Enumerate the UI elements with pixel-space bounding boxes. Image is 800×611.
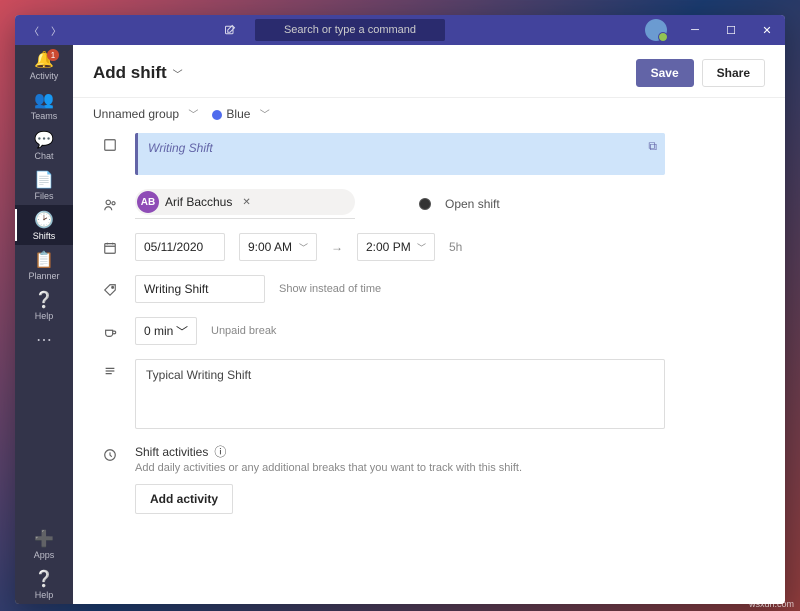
sidebar-item-planner[interactable]: 📋 Planner: [15, 245, 73, 285]
back-button[interactable]: 〈: [25, 21, 43, 39]
group-select[interactable]: Unnamed group ﹀: [93, 106, 198, 121]
break-duration-input[interactable]: 0 min﹀: [135, 317, 197, 345]
titlebar: 〈 〉 Search or type a command ─ ☐ ✕: [15, 15, 785, 45]
person-name: Arif Bacchus: [165, 195, 232, 209]
custom-label-hint: Show instead of time: [279, 283, 381, 295]
help-icon: ❔: [34, 570, 54, 588]
label-icon: [103, 278, 121, 300]
sidebar-item-files[interactable]: 📄 Files: [15, 165, 73, 205]
sidebar-item-help-bottom[interactable]: ❔ Help: [15, 564, 73, 604]
app-window: 〈 〉 Search or type a command ─ ☐ ✕ 🔔 1 A…: [15, 15, 785, 604]
break-type-label: Unpaid break: [211, 325, 276, 337]
chevron-down-icon: ﹀: [417, 241, 426, 254]
user-avatar[interactable]: [645, 19, 667, 41]
watermark: wsxdn.com: [749, 599, 794, 609]
sidebar-label: Help: [35, 311, 54, 321]
person-avatar: AB: [137, 191, 159, 213]
page-title: Add shift: [93, 63, 167, 83]
coffee-icon: [103, 320, 121, 342]
add-activity-button[interactable]: Add activity: [135, 484, 233, 514]
copy-icon[interactable]: ⧉: [648, 139, 657, 154]
sidebar-label: Help: [35, 590, 54, 600]
shift-title-input[interactable]: Writing Shift ⧉: [135, 133, 665, 175]
more-icon: ⋯: [36, 331, 52, 349]
files-icon: 📄: [34, 171, 54, 189]
remove-person-icon[interactable]: ✕: [242, 197, 250, 208]
color-dot-icon: [212, 110, 222, 120]
activities-section: Shift activities ⓘ Add daily activities …: [135, 443, 522, 514]
body: 🔔 1 Activity 👥 Teams 💬 Chat 📄 Files 🕑 Sh…: [15, 45, 785, 604]
end-time-input[interactable]: 2:00 PM﹀: [357, 233, 435, 261]
activities-title: Shift activities: [135, 445, 208, 459]
info-icon[interactable]: ⓘ: [214, 443, 226, 460]
color-select[interactable]: Blue ﹀: [212, 106, 269, 121]
sidebar-item-shifts[interactable]: 🕑 Shifts: [15, 205, 73, 245]
custom-label-input[interactable]: Writing Shift: [135, 275, 265, 303]
open-shift-radio[interactable]: [419, 198, 431, 210]
planner-icon: 📋: [34, 251, 54, 269]
close-button[interactable]: ✕: [749, 15, 785, 45]
sidebar-item-chat[interactable]: 💬 Chat: [15, 125, 73, 165]
notes-icon: [103, 359, 121, 381]
teams-icon: 👥: [34, 91, 54, 109]
share-button[interactable]: Share: [702, 59, 765, 87]
activities-desc: Add daily activities or any additional b…: [135, 462, 522, 474]
sidebar-label: Planner: [28, 271, 59, 281]
chevron-down-icon: ﹀: [299, 241, 308, 254]
sidebar-label: Files: [34, 191, 53, 201]
shift-form: Writing Shift ⧉ AB Arif Bacchus ✕: [73, 129, 785, 548]
duration-label: 5h: [449, 240, 462, 254]
nav-arrows: 〈 〉: [15, 21, 75, 39]
shifts-icon: 🕑: [34, 211, 54, 229]
activity-badge: 1: [47, 49, 59, 61]
chevron-down-icon: ﹀: [176, 323, 188, 340]
sidebar-label: Activity: [30, 71, 59, 81]
date-input[interactable]: 05/11/2020: [135, 233, 225, 261]
sidebar-label: Shifts: [33, 231, 56, 241]
sidebar-item-help[interactable]: ❔ Help: [15, 285, 73, 325]
sidebar-label: Teams: [31, 111, 58, 121]
save-button[interactable]: Save: [636, 59, 694, 87]
people-field[interactable]: AB Arif Bacchus ✕: [135, 189, 355, 219]
app-sidebar: 🔔 1 Activity 👥 Teams 💬 Chat 📄 Files 🕑 Sh…: [15, 45, 73, 604]
window-controls: ─ ☐ ✕: [645, 15, 785, 45]
sidebar-label: Chat: [34, 151, 53, 161]
forward-button[interactable]: 〉: [47, 21, 65, 39]
chat-icon: 💬: [34, 131, 54, 149]
maximize-button[interactable]: ☐: [713, 15, 749, 45]
start-time-input[interactable]: 9:00 AM﹀: [239, 233, 317, 261]
compose-icon[interactable]: [215, 24, 245, 36]
notes-input[interactable]: Typical Writing Shift: [135, 359, 665, 429]
sidebar-item-activity[interactable]: 🔔 1 Activity: [15, 45, 73, 85]
sidebar-more[interactable]: ⋯: [15, 325, 73, 353]
help-icon: ❔: [34, 291, 54, 309]
search-placeholder: Search or type a command: [284, 24, 416, 36]
arrow-right-icon: →: [331, 240, 343, 254]
open-shift-label: Open shift: [445, 197, 500, 211]
search-box[interactable]: Search or type a command: [255, 19, 445, 41]
person-icon: [103, 193, 121, 215]
subheader: Unnamed group ﹀ Blue ﹀: [73, 98, 785, 129]
person-chip[interactable]: AB Arif Bacchus ✕: [135, 189, 355, 215]
page-header: Add shift ﹀ Save Share: [73, 45, 785, 98]
apps-icon: ➕: [34, 530, 54, 548]
sidebar-label: Apps: [34, 550, 55, 560]
clock-icon: [103, 443, 121, 465]
sidebar-item-teams[interactable]: 👥 Teams: [15, 85, 73, 125]
chevron-down-icon[interactable]: ﹀: [173, 66, 183, 81]
main-content: Add shift ﹀ Save Share Unnamed group ﹀ B…: [73, 45, 785, 604]
sidebar-item-apps[interactable]: ➕ Apps: [15, 524, 73, 564]
minimize-button[interactable]: ─: [677, 15, 713, 45]
tag-icon: [103, 133, 121, 155]
calendar-icon: [103, 236, 121, 258]
